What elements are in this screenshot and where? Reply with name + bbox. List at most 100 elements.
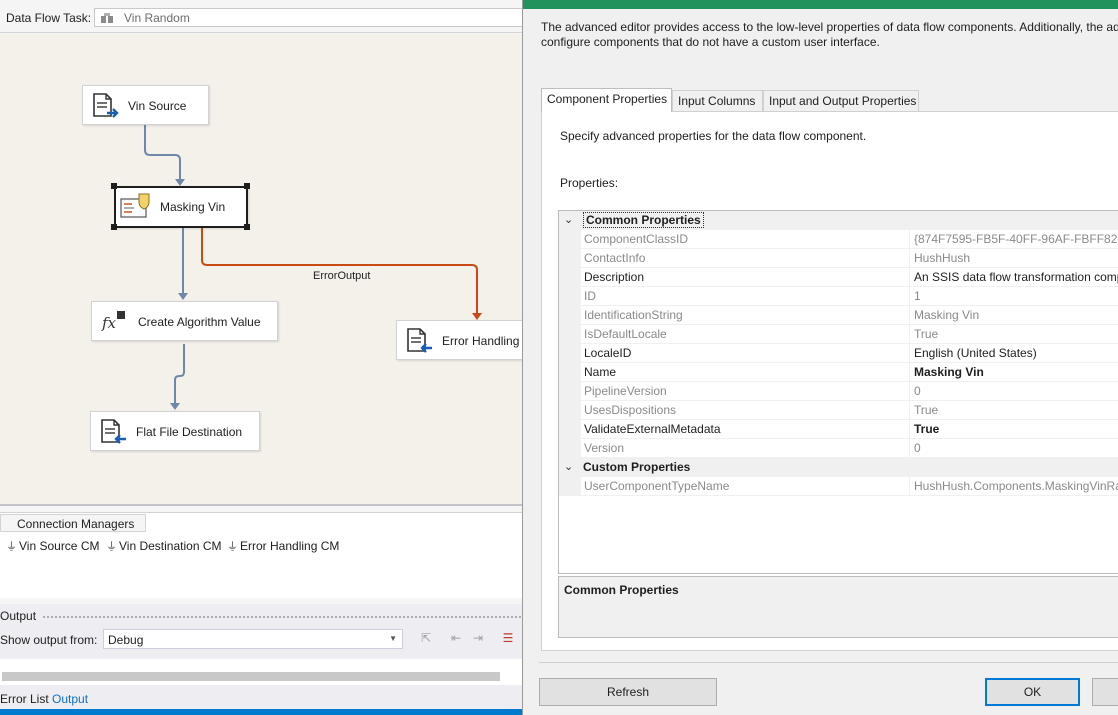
create-algorithm-node[interactable]: fx Create Algorithm Value xyxy=(91,301,278,341)
row-gutter xyxy=(559,439,581,458)
category-row-common[interactable]: ⌄ Common Properties xyxy=(559,211,1118,230)
resize-handle[interactable] xyxy=(111,224,117,230)
property-name: Name xyxy=(584,365,617,379)
horizontal-scrollbar[interactable] xyxy=(2,672,500,681)
row-gutter xyxy=(559,401,581,420)
vin-source-node[interactable]: Vin Source xyxy=(82,85,209,125)
column-splitter[interactable] xyxy=(909,477,910,496)
output-source-select[interactable]: Debug ▼ xyxy=(103,629,403,649)
property-value[interactable]: 0 xyxy=(914,441,921,455)
dialog-titlebar[interactable] xyxy=(523,0,1118,9)
create-algorithm-label: Create Algorithm Value xyxy=(138,315,261,329)
property-row[interactable]: ComponentClassID {874F7595-FB5F-40FF-96AF… xyxy=(559,230,1118,249)
row-gutter xyxy=(559,325,581,344)
property-grid[interactable]: ⌄ Common Properties ComponentClassID {874… xyxy=(558,210,1118,574)
property-value[interactable]: True xyxy=(914,403,938,417)
property-value[interactable]: HushHush.Components.MaskingVinRa xyxy=(914,479,1118,493)
resize-handle[interactable] xyxy=(244,183,250,189)
column-splitter[interactable] xyxy=(909,325,910,344)
column-splitter[interactable] xyxy=(909,268,910,287)
chevron-down-icon: ▼ xyxy=(389,634,397,643)
tab-error-list[interactable]: Error List xyxy=(0,692,49,706)
tab-input-columns[interactable]: Input Columns xyxy=(672,90,763,111)
property-name: IsDefaultLocale xyxy=(584,327,667,341)
collapse-chevron-icon[interactable]: ⌄ xyxy=(564,460,573,473)
connection-manager-item[interactable]: ⏚ Vin Destination CM xyxy=(106,538,222,554)
task-selector[interactable]: Vin Random xyxy=(94,8,522,27)
column-splitter[interactable] xyxy=(909,439,910,458)
property-row[interactable]: Description An SSIS data flow transformat… xyxy=(559,268,1118,287)
connection-manager-label: Error Handling CM xyxy=(240,539,340,553)
next-message-icon[interactable]: ⇥ xyxy=(470,631,486,647)
path-arrowhead xyxy=(175,179,185,186)
error-handling-node[interactable]: Error Handling C xyxy=(396,320,522,360)
property-value[interactable]: 1 xyxy=(914,289,921,303)
column-splitter[interactable] xyxy=(909,306,910,325)
property-row[interactable]: LocaleID English (United States) xyxy=(559,344,1118,363)
task-selector-value: Vin Random xyxy=(124,11,190,25)
plug-icon: ⏚ xyxy=(106,540,117,553)
property-row[interactable]: PipelineVersion 0 xyxy=(559,382,1118,401)
column-splitter[interactable] xyxy=(909,287,910,306)
column-splitter[interactable] xyxy=(909,230,910,249)
masking-vin-label: Masking Vin xyxy=(160,200,226,214)
refresh-button[interactable]: Refresh xyxy=(539,678,717,706)
column-splitter[interactable] xyxy=(909,420,910,439)
output-panel-title: Output xyxy=(0,609,37,623)
property-value[interactable]: An SSIS data flow transformation comp xyxy=(914,270,1118,284)
column-splitter[interactable] xyxy=(909,401,910,420)
package-icon xyxy=(101,13,113,23)
column-splitter[interactable] xyxy=(909,382,910,401)
resize-handle[interactable] xyxy=(244,224,250,230)
property-value[interactable]: English (United States) xyxy=(914,346,1037,360)
data-flow-canvas[interactable]: Vin Source Masking Vin ErrorOutput fx Cr… xyxy=(0,34,522,506)
column-splitter[interactable] xyxy=(909,249,910,268)
property-value[interactable]: 0 xyxy=(914,384,921,398)
tab-label: Component Properties xyxy=(547,92,668,106)
connection-managers-panel: Connection Managers ⏚ Vin Source CM ⏚ Vin … xyxy=(0,512,522,598)
resize-handle[interactable] xyxy=(111,183,117,189)
property-value[interactable]: True xyxy=(914,327,938,341)
flat-file-destination-label: Flat File Destination xyxy=(136,425,243,439)
property-value[interactable]: HushHush xyxy=(914,251,970,265)
flat-file-destination-node[interactable]: Flat File Destination xyxy=(90,411,260,451)
column-splitter[interactable] xyxy=(909,363,910,382)
vin-source-label: Vin Source xyxy=(128,99,187,113)
property-row[interactable]: Name Masking Vin xyxy=(559,363,1118,382)
path-arrowhead xyxy=(170,403,180,410)
connection-managers-tab[interactable]: Connection Managers xyxy=(0,514,146,532)
tab-output[interactable]: Output xyxy=(52,692,88,706)
cancel-button[interactable] xyxy=(1092,678,1118,706)
property-description-title: Common Properties xyxy=(564,583,679,597)
row-gutter xyxy=(559,287,581,306)
property-row[interactable]: IdentificationString Masking Vin xyxy=(559,306,1118,325)
connection-manager-item[interactable]: ⏚ Error Handling CM xyxy=(227,538,339,554)
property-row[interactable]: UserComponentTypeName HushHush.Components… xyxy=(559,477,1118,496)
properties-label: Properties: xyxy=(560,176,619,190)
tab-input-output-properties[interactable]: Input and Output Properties xyxy=(763,90,919,111)
row-gutter xyxy=(559,477,581,496)
property-value[interactable]: {874F7595-FB5F-40FF-96AF-FBFF8250E3 xyxy=(914,232,1118,246)
property-value[interactable]: Masking Vin xyxy=(914,365,984,379)
component-properties-page: Specify advanced properties for the data… xyxy=(541,111,1118,651)
clear-all-icon[interactable]: ☰ xyxy=(500,631,516,647)
connection-manager-item[interactable]: ⏚ Vin Source CM xyxy=(6,538,99,554)
destination-icon xyxy=(407,328,432,353)
panel-grip[interactable] xyxy=(42,615,522,620)
property-row[interactable]: Version 0 xyxy=(559,439,1118,458)
property-value[interactable]: Masking Vin xyxy=(914,308,979,322)
property-row[interactable]: ContactInfo HushHush xyxy=(559,249,1118,268)
collapse-chevron-icon[interactable]: ⌄ xyxy=(564,213,573,226)
category-row-custom[interactable]: ⌄ Custom Properties xyxy=(559,458,1118,477)
property-row[interactable]: UsesDispositions True xyxy=(559,401,1118,420)
column-splitter[interactable] xyxy=(909,344,910,363)
previous-message-icon[interactable]: ⇤ xyxy=(448,631,464,647)
masking-vin-node[interactable]: Masking Vin xyxy=(114,186,248,228)
property-row[interactable]: ValidateExternalMetadata True xyxy=(559,420,1118,439)
property-value[interactable]: True xyxy=(914,422,939,436)
ok-button[interactable]: OK xyxy=(985,678,1080,706)
go-to-source-icon[interactable]: ⇱ xyxy=(418,631,434,647)
property-row[interactable]: ID 1 xyxy=(559,287,1118,306)
property-row[interactable]: IsDefaultLocale True xyxy=(559,325,1118,344)
tab-component-properties[interactable]: Component Properties xyxy=(541,88,672,112)
